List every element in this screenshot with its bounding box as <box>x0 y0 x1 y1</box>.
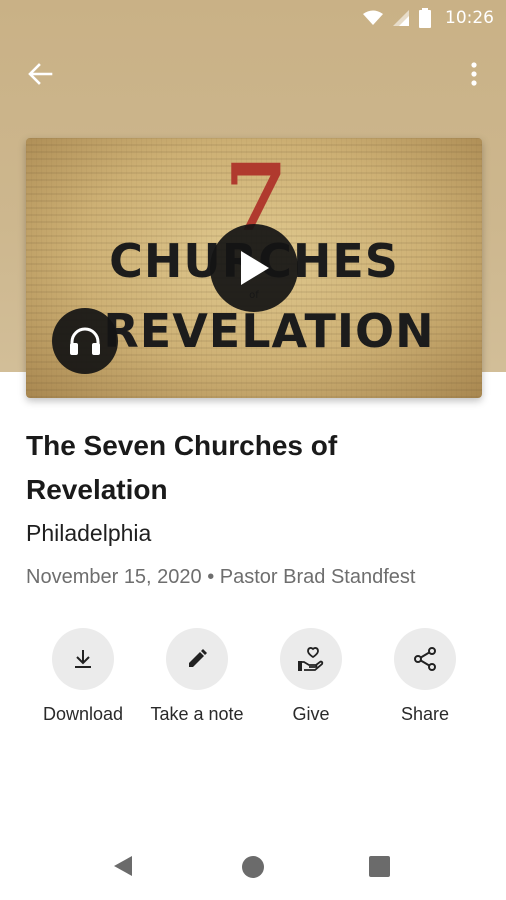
pencil-icon <box>189 649 207 667</box>
back-button[interactable] <box>18 56 62 92</box>
download-icon <box>75 650 91 668</box>
give-hand-heart-icon <box>298 647 324 671</box>
play-video-button[interactable] <box>210 224 298 312</box>
download-label: Download <box>42 704 124 724</box>
give-button-circle <box>280 628 342 690</box>
nav-back-icon[interactable] <box>112 854 134 878</box>
share-icon <box>414 647 436 671</box>
download-button[interactable]: Download <box>23 628 143 725</box>
status-time: 10:26 <box>445 8 494 28</box>
status-bar: 10:26 <box>0 0 506 36</box>
headphones-icon <box>70 327 100 355</box>
sermon-artwork: 7 CHURCHES of REVELATION <box>26 138 482 398</box>
wifi-icon <box>363 10 383 26</box>
more-options-button[interactable] <box>456 56 492 92</box>
share-button[interactable]: Share <box>365 628 485 725</box>
artwork-line-2: REVELATION <box>103 304 435 358</box>
cell-signal-icon <box>393 10 409 26</box>
sermon-meta: November 15, 2020 • Pastor Brad Standfes… <box>26 566 416 588</box>
battery-icon <box>419 8 431 28</box>
take-a-note-button-circle <box>166 628 228 690</box>
take-a-note-button[interactable]: Take a note <box>137 628 257 725</box>
share-label: Share <box>400 704 450 724</box>
take-a-note-label: Take a note <box>150 704 244 724</box>
sermon-subtitle: Philadelphia <box>26 520 152 546</box>
give-label: Give <box>292 704 330 724</box>
give-button[interactable]: Give <box>251 628 371 725</box>
play-audio-button[interactable] <box>52 308 118 374</box>
nav-home-icon[interactable] <box>242 856 264 878</box>
sermon-title: The Seven Churches of Revelation <box>26 430 338 505</box>
arrow-left-icon <box>28 63 53 85</box>
action-row: Download Take a note Give Share <box>0 628 506 738</box>
play-icon <box>241 251 269 285</box>
nav-recents-icon[interactable] <box>369 856 390 877</box>
download-button-circle <box>52 628 114 690</box>
more-vertical-icon <box>471 62 477 86</box>
share-button-circle <box>394 628 456 690</box>
app-bar <box>0 50 506 98</box>
system-nav-bar <box>0 836 506 900</box>
